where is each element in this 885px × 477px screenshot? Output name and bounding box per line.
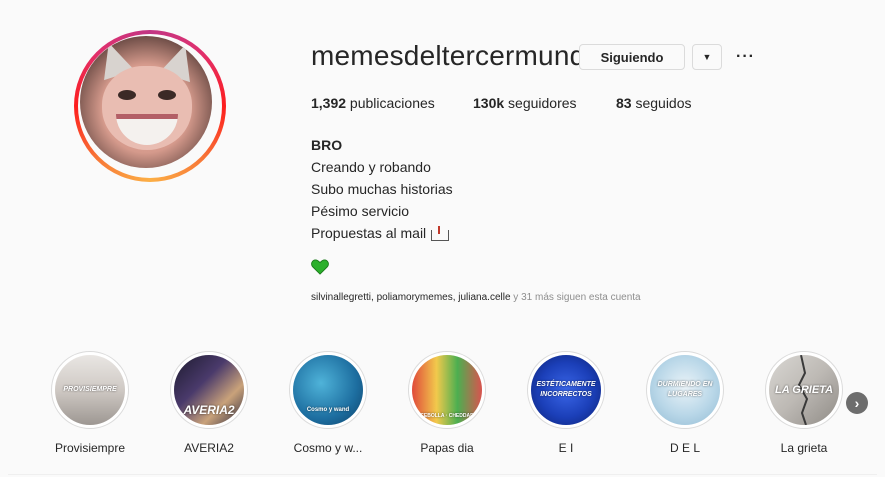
highlight-provisiempre[interactable]: PROVISIEMPRE Provisiempre — [35, 351, 145, 455]
highlight-label: Cosmo y w... — [293, 441, 363, 455]
highlight-cover: LA GRIETA — [769, 355, 839, 425]
highlight-label: La grieta — [780, 441, 828, 455]
profile-avatar[interactable] — [74, 30, 226, 182]
bio-line-mail: Propuestas al mail — [311, 222, 453, 244]
highlight-papas-dia[interactable]: CEBOLLA · CHEDDAR Papas dia — [392, 351, 502, 455]
highlight-label: E I — [558, 441, 574, 455]
divider — [8, 474, 877, 475]
bio-name: BRO — [311, 137, 343, 153]
avatar-image — [80, 36, 212, 168]
highlight-ei[interactable]: ESTÉTICAMENTE INCORRECTOS E I — [511, 351, 621, 455]
mailbox-icon — [430, 226, 450, 242]
green-heart-icon — [311, 259, 329, 275]
highlight-cover: PROVISIEMPRE — [55, 355, 125, 425]
bio-line: Subo muchas historias — [311, 181, 453, 197]
highlight-cover: Cosmo y wand — [293, 355, 363, 425]
followed-by-text[interactable]: silvinallegretti, poliamorymemes, julian… — [311, 292, 641, 303]
highlight-label: Papas dia — [420, 441, 474, 455]
bio-line: Creando y robando — [311, 159, 431, 175]
highlight-cosmo[interactable]: Cosmo y wand Cosmo y w... — [273, 351, 383, 455]
profile-bio: BRO Creando y robando Subo muchas histor… — [311, 134, 453, 244]
highlight-cover: CEBOLLA · CHEDDAR — [412, 355, 482, 425]
following-stat[interactable]: 83 seguidos — [616, 95, 692, 111]
following-button[interactable]: Siguiendo — [579, 44, 685, 70]
followers-stat[interactable]: 130k seguidores — [473, 95, 577, 111]
bio-line: Pésimo servicio — [311, 203, 410, 219]
top-bar — [0, 0, 885, 10]
highlight-cover: ESTÉTICAMENTE INCORRECTOS — [531, 355, 601, 425]
highlight-label: D E L — [669, 441, 700, 455]
highlight-del[interactable]: DURMIENDO EN LUGARES D E L — [630, 351, 740, 455]
posts-stat: 1,392 publicaciones — [311, 95, 435, 111]
highlight-la-grieta[interactable]: LA GRIETA La grieta — [749, 351, 859, 455]
highlight-label: AVERIA2 — [184, 441, 234, 455]
chevron-right-icon[interactable]: › — [846, 392, 868, 414]
highlight-label: Provisiempre — [54, 441, 126, 455]
highlight-cover: AVERIA2 — [174, 355, 244, 425]
profile-username: memesdeltercermundo — [311, 40, 602, 71]
highlight-cover: DURMIENDO EN LUGARES — [650, 355, 720, 425]
suggested-dropdown-button[interactable]: ▼ — [692, 44, 722, 70]
more-options-icon[interactable]: ··· — [736, 48, 755, 66]
highlight-averia2[interactable]: AVERIA2 AVERIA2 — [154, 351, 264, 455]
